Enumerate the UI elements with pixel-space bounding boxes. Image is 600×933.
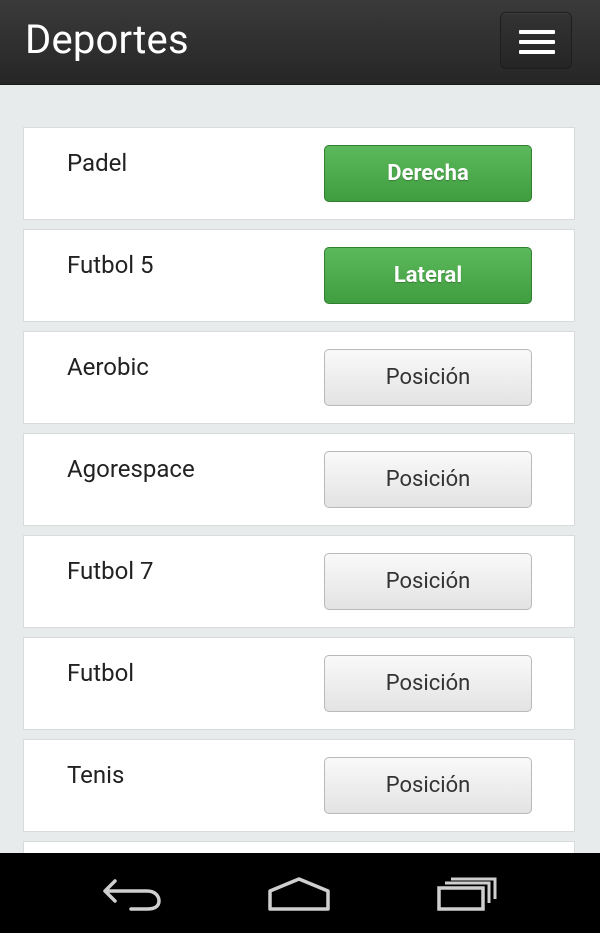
- sport-row-tenis: Tenis Posición: [23, 739, 575, 832]
- menu-button[interactable]: [500, 12, 572, 69]
- position-button-futbol-7[interactable]: Posición: [324, 553, 532, 610]
- back-icon[interactable]: [97, 869, 167, 915]
- sport-name: Agorespace: [67, 455, 195, 483]
- sport-row-padel: Padel Derecha: [23, 127, 575, 220]
- sport-row-partial: [23, 841, 575, 853]
- sport-row-aerobic: Aerobic Posición: [23, 331, 575, 424]
- sport-row-futbol-5: Futbol 5 Lateral: [23, 229, 575, 322]
- app-bar: Deportes: [0, 0, 600, 85]
- position-button-aerobic[interactable]: Posición: [324, 349, 532, 406]
- sport-name: Tenis: [67, 761, 125, 789]
- home-icon[interactable]: [264, 869, 334, 915]
- system-navigation-bar: [0, 853, 600, 933]
- sport-row-agorespace: Agorespace Posición: [23, 433, 575, 526]
- sport-name: Futbol 7: [67, 557, 154, 585]
- sports-list: Padel Derecha Futbol 5 Lateral Aerobic P…: [23, 127, 575, 853]
- position-button-padel[interactable]: Derecha: [324, 145, 532, 202]
- sport-name: Futbol: [67, 659, 135, 687]
- sport-name: Futbol 5: [67, 251, 154, 279]
- sport-row-futbol: Futbol Posición: [23, 637, 575, 730]
- sports-list-container[interactable]: Padel Derecha Futbol 5 Lateral Aerobic P…: [0, 85, 600, 853]
- position-button-futbol[interactable]: Posición: [324, 655, 532, 712]
- sport-name: Padel: [67, 149, 128, 177]
- page-title: Deportes: [25, 16, 189, 63]
- position-button-tenis[interactable]: Posición: [324, 757, 532, 814]
- sport-name: Aerobic: [67, 353, 149, 381]
- recent-apps-icon[interactable]: [433, 869, 503, 915]
- sport-row-futbol-7: Futbol 7 Posición: [23, 535, 575, 628]
- position-button-futbol-5[interactable]: Lateral: [324, 247, 532, 304]
- position-button-agorespace[interactable]: Posición: [324, 451, 532, 508]
